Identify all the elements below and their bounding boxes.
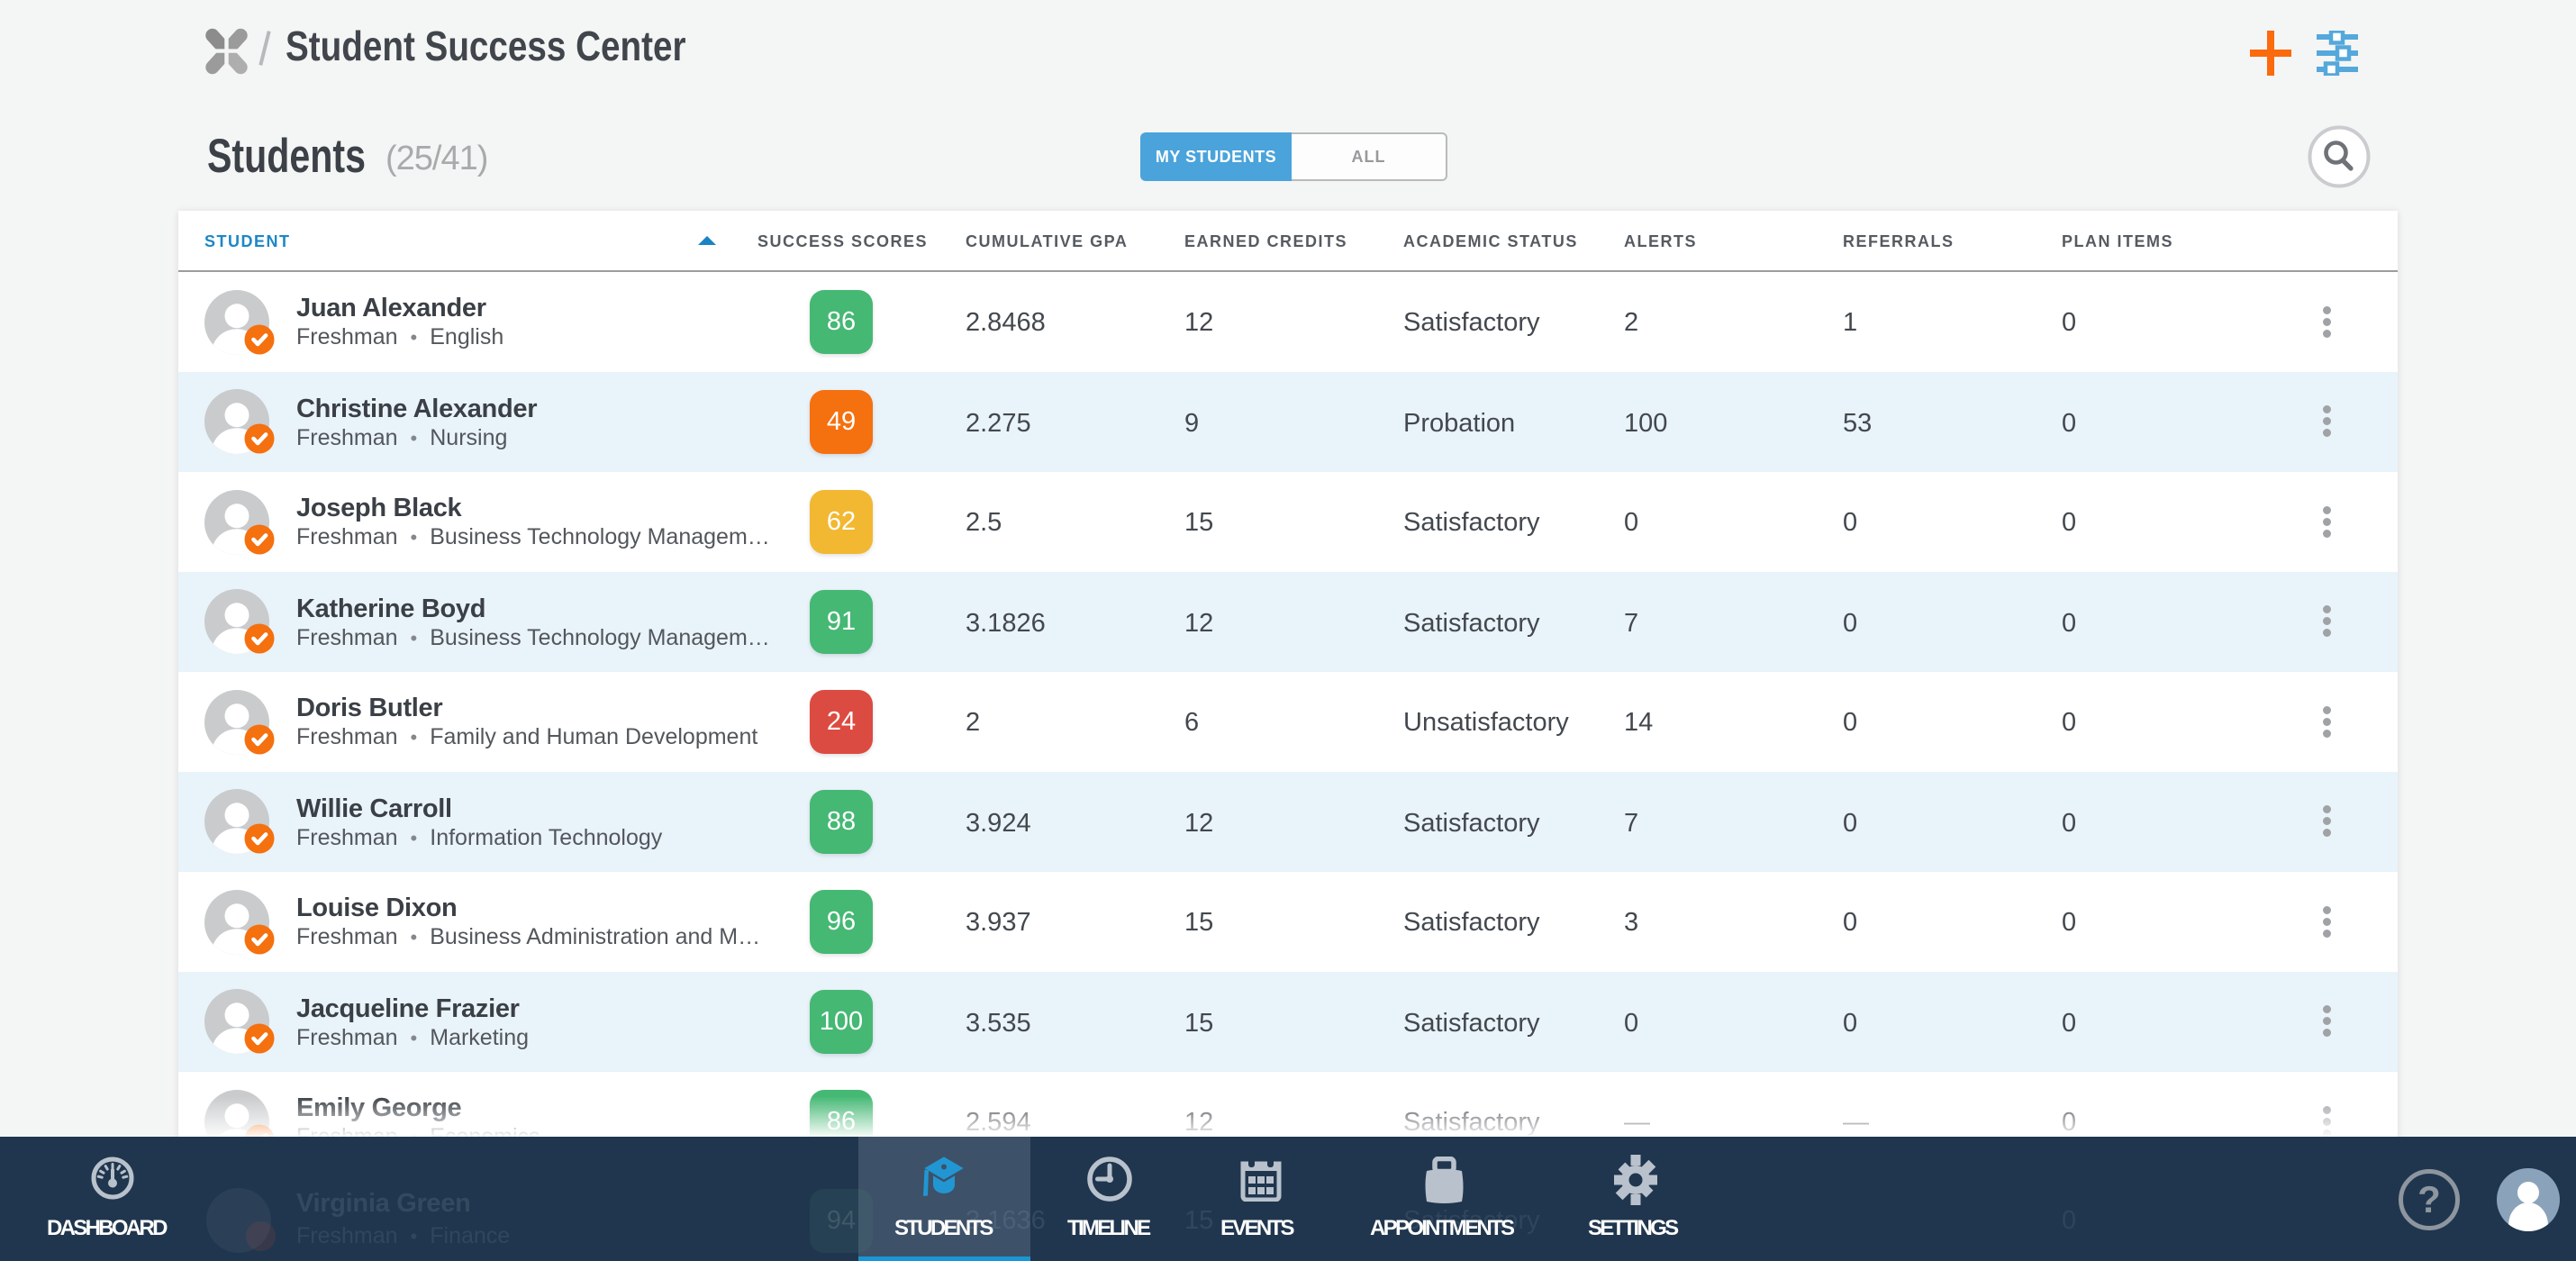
svg-text:?: ? (2417, 1178, 2441, 1220)
